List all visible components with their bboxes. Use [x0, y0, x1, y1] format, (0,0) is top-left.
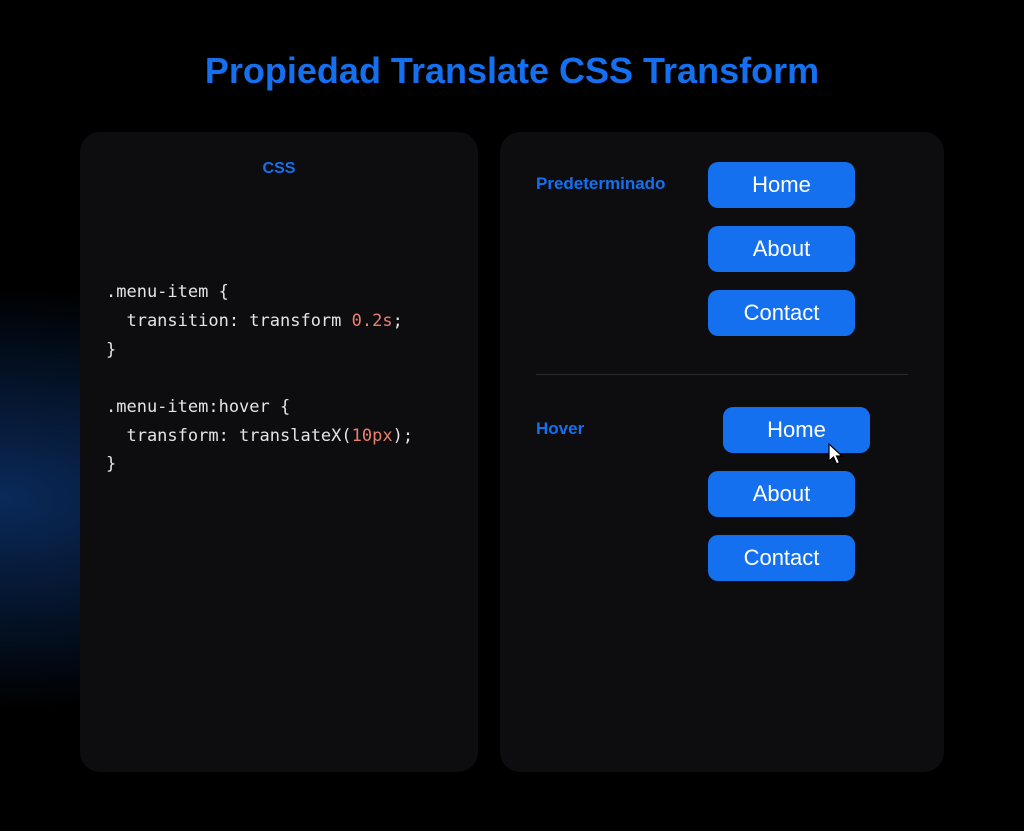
section-divider [536, 374, 908, 375]
code-line: transform: translateX(10px); [106, 422, 452, 451]
menu-button-home[interactable]: Home [708, 162, 855, 208]
code-line: .menu-item:hover { [106, 393, 452, 422]
css-panel-label: CSS [106, 160, 452, 178]
default-buttons-column: Home About Contact [708, 162, 908, 336]
menu-button-home-hover[interactable]: Home [723, 407, 870, 453]
code-line: .menu-item { [106, 278, 452, 307]
menu-button-about[interactable]: About [708, 226, 855, 272]
demo-panel: Predeterminado Home About Contact Hover … [500, 132, 944, 772]
menu-button-contact[interactable]: Contact [708, 290, 855, 336]
menu-button-contact-hover[interactable]: Contact [708, 535, 855, 581]
code-line: } [106, 450, 452, 479]
css-code-panel: CSS .menu-item { transition: transform 0… [80, 132, 478, 772]
hover-buttons-column: Home About Contact [708, 407, 908, 581]
page-title: Propiedad Translate CSS Transform [0, 0, 1024, 132]
hover-section-label: Hover [536, 407, 690, 439]
default-demo-section: Predeterminado Home About Contact [536, 162, 908, 368]
default-section-label: Predeterminado [536, 162, 690, 194]
hover-demo-section: Hover Home About Contact [536, 407, 908, 613]
code-line: transition: transform 0.2s; [106, 307, 452, 336]
menu-button-about-hover[interactable]: About [708, 471, 855, 517]
panels-container: CSS .menu-item { transition: transform 0… [0, 132, 1024, 772]
cursor-pointer-icon [828, 443, 846, 467]
css-code-block: .menu-item { transition: transform 0.2s;… [106, 278, 452, 479]
code-line: } [106, 336, 452, 365]
